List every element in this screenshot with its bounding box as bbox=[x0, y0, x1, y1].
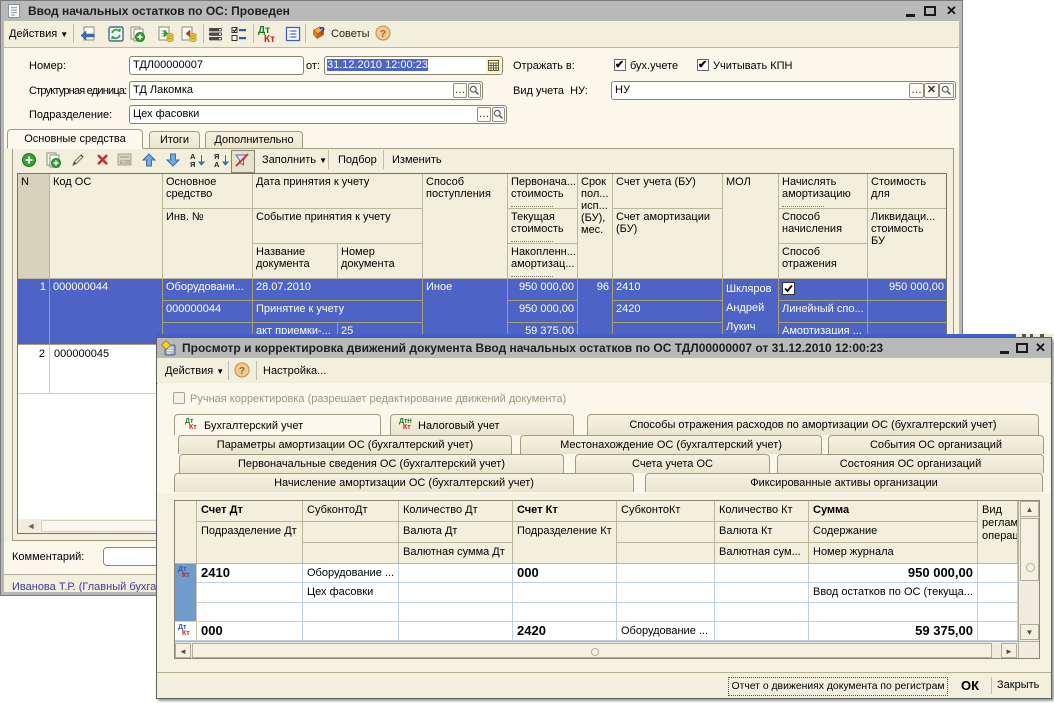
svg-text:Я: Я bbox=[190, 160, 195, 168]
svg-text:А: А bbox=[214, 160, 220, 168]
svg-text:ЕОВ: ЕОВ bbox=[120, 160, 131, 166]
svg-text:?: ? bbox=[380, 29, 386, 40]
svg-text:?: ? bbox=[319, 26, 325, 37]
svg-text:?: ? bbox=[239, 366, 245, 377]
